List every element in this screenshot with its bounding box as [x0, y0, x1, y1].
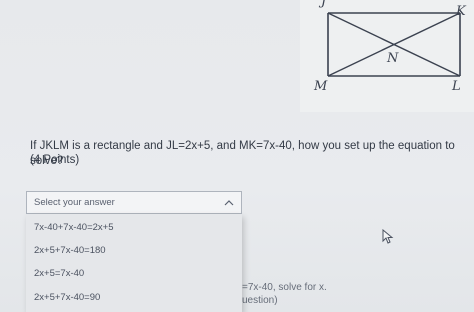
answer-dropdown[interactable]: Select your answer	[26, 191, 242, 214]
chevron-up-icon	[224, 200, 234, 206]
mouse-pointer-icon	[382, 229, 394, 244]
option-3[interactable]: 2x+5=7x-40	[34, 268, 84, 279]
hidden-text-fragment-2: uestion)	[242, 295, 278, 306]
option-1[interactable]: 7x-40+7x-40=2x+5	[34, 222, 114, 233]
question-text: If JKLM is a rectangle and JL=2x+5, and …	[30, 140, 455, 167]
option-2[interactable]: 2x+5+7x-40=180	[34, 245, 106, 256]
rectangle-figure: J K M L N	[300, 0, 474, 112]
hidden-text-fragment-1: =7x-40, solve for x.	[242, 282, 327, 293]
question-card: J K M L N If JKLM is a rectangle and JL=…	[0, 0, 474, 312]
question-points: (4 Points)	[30, 154, 80, 166]
option-4[interactable]: 2x+5+7x-40=90	[34, 292, 100, 303]
dropdown-placeholder: Select your answer	[34, 197, 115, 208]
intersection-n-label: N	[387, 51, 399, 66]
vertex-j-label: J	[321, 0, 327, 9]
vertex-m-label: M	[314, 79, 328, 94]
vertex-l-label: L	[452, 79, 461, 94]
dropdown-options-list: 7x-40+7x-40=2x+5 2x+5+7x-40=180 2x+5=7x-…	[26, 214, 242, 312]
vertex-k-label: K	[456, 4, 466, 19]
